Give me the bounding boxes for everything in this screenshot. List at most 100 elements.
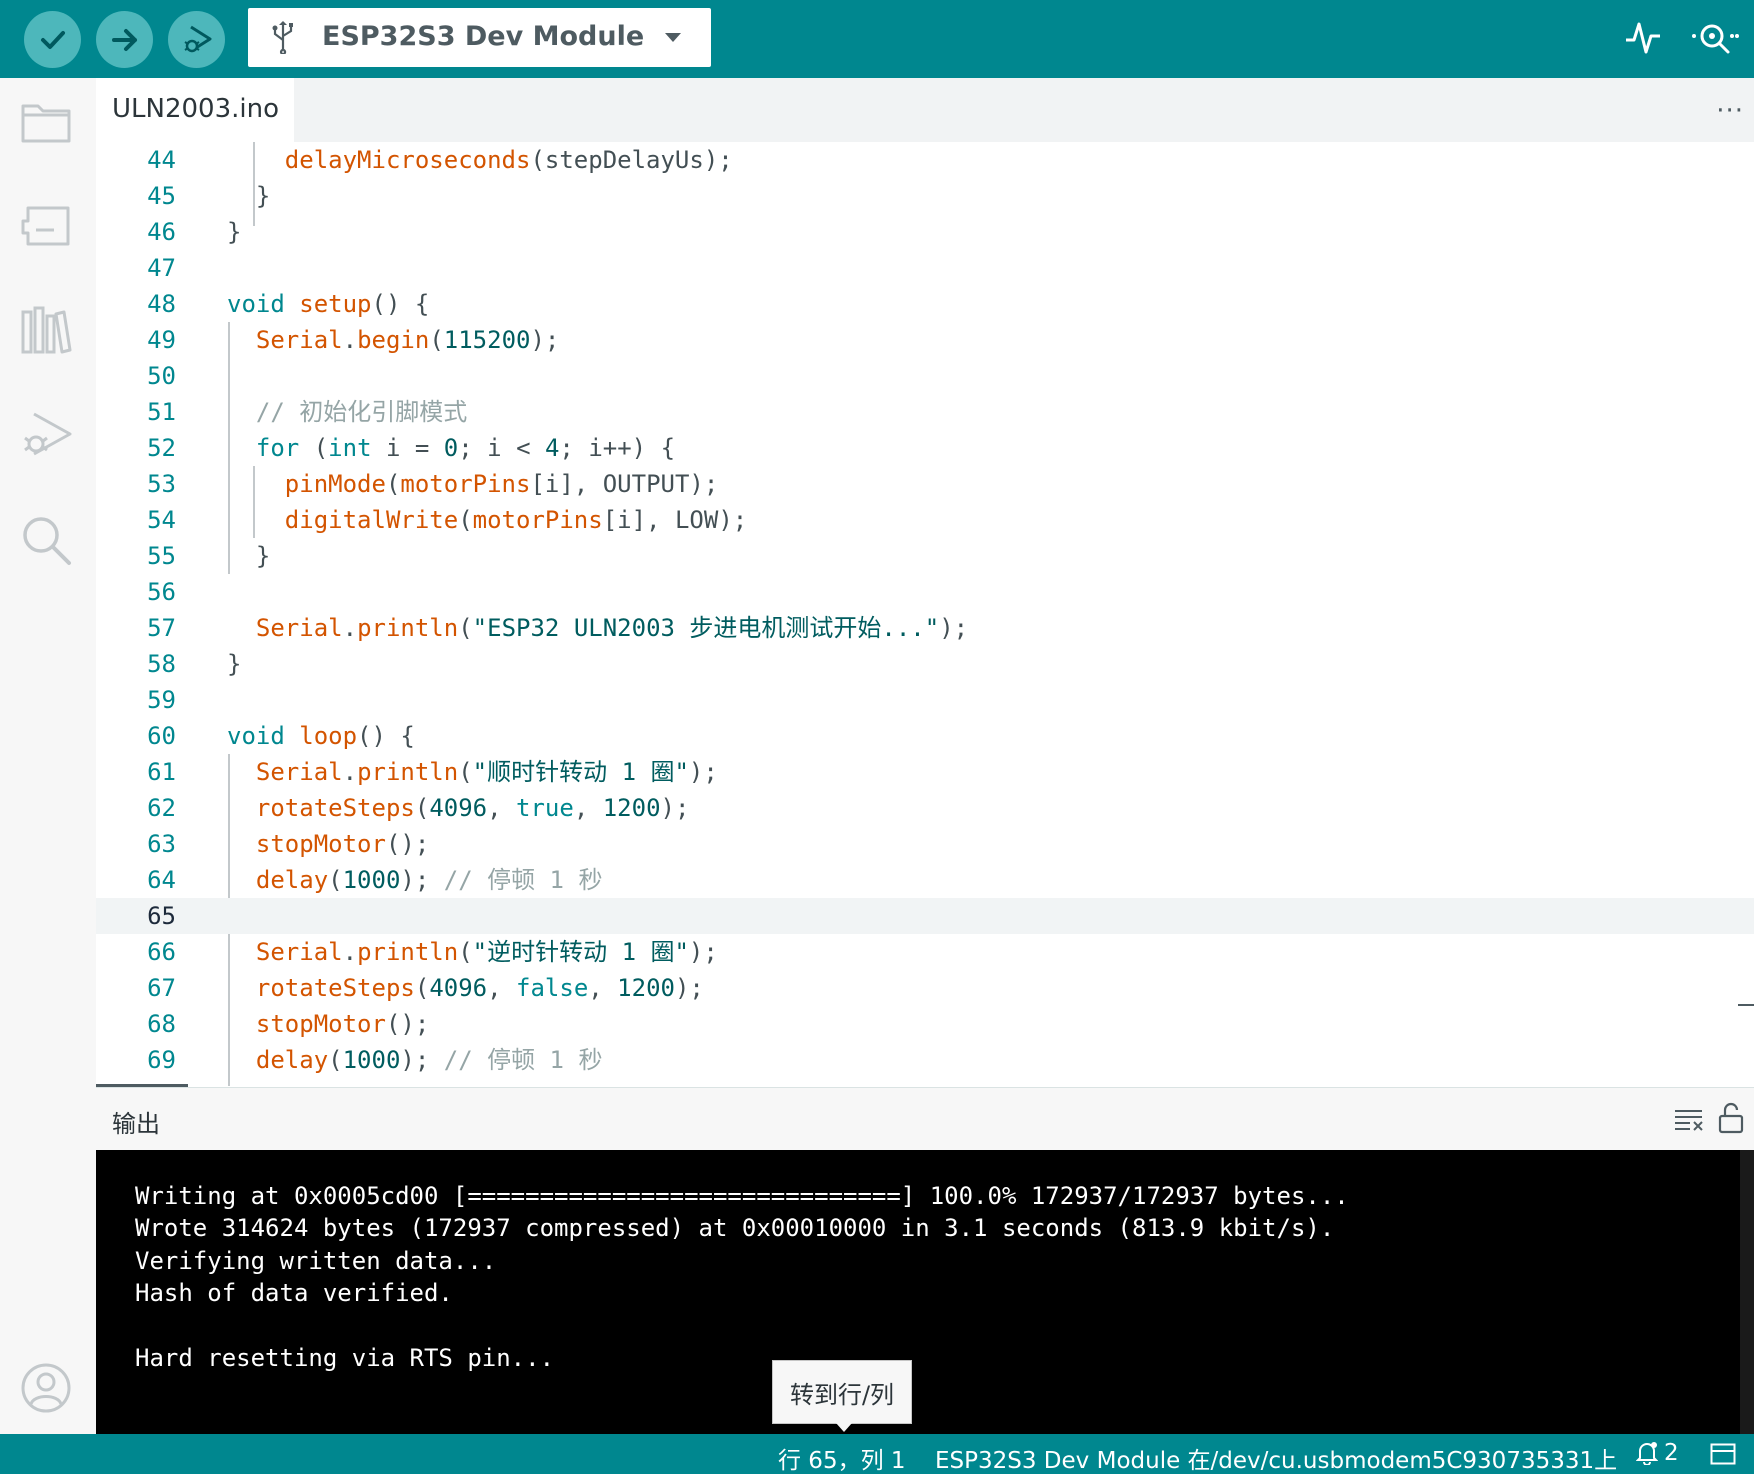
line-number: 60 — [147, 722, 176, 750]
toolbar: ESP32S3 Dev Module — [0, 0, 1754, 78]
line-number: 46 — [147, 218, 176, 246]
line-number: 55 — [147, 542, 176, 570]
line-number: 56 — [147, 578, 176, 606]
line-number: 59 — [147, 686, 176, 714]
output-line: Hard resetting via RTS pin... — [135, 1344, 555, 1372]
code-text: delay(1000); // 停顿 1 秒 — [255, 1046, 603, 1074]
line-number: 66 — [147, 938, 176, 966]
code-line[interactable]: 58} — [96, 646, 1754, 682]
code-text: Serial.begin(115200); — [255, 326, 560, 354]
code-line[interactable]: 55 } — [96, 538, 1754, 574]
line-number: 63 — [147, 830, 176, 858]
code-line[interactable]: 67 rotateSteps(4096, false, 1200); — [96, 970, 1754, 1006]
code-text: Serial.println("顺时针转动 1 圈"); — [255, 758, 718, 786]
scroll-lock-icon[interactable] — [1718, 1102, 1744, 1134]
line-number: 45 — [147, 182, 176, 210]
code-text: for (int i = 0; i < 4; i++) { — [255, 434, 676, 462]
code-text: rotateSteps(4096, false, 1200); — [255, 974, 704, 1002]
output-line: Hash of data verified. — [135, 1279, 453, 1308]
code-line[interactable]: 50 — [96, 358, 1754, 394]
code-text: void setup() { — [227, 290, 430, 318]
line-number: 67 — [147, 974, 176, 1002]
code-line[interactable]: 57 Serial.println("ESP32 ULN2003 步进电机测试开… — [96, 610, 1754, 646]
output-scrollbar[interactable] — [1740, 1150, 1754, 1434]
line-number: 69 — [147, 1046, 176, 1074]
library-manager-icon[interactable] — [20, 304, 72, 356]
code-text: stopMotor(); — [255, 830, 430, 858]
chevron-down-icon — [665, 33, 681, 42]
serial-plotter-icon[interactable] — [1624, 16, 1662, 58]
code-text: void loop() { — [227, 722, 415, 750]
line-number: 47 — [147, 254, 176, 282]
sidebar — [0, 78, 96, 1434]
code-line[interactable]: 65 — [96, 898, 1754, 934]
code-line[interactable]: 44 delayMicroseconds(stepDelayUs); — [96, 142, 1754, 178]
clear-output-icon[interactable] — [1674, 1108, 1704, 1132]
debug-icon — [183, 25, 211, 52]
boards-manager-icon[interactable] — [20, 202, 72, 248]
output-line: Verifying written data... — [135, 1246, 497, 1275]
code-line[interactable]: 54 digitalWrite(motorPins[i], LOW); — [96, 502, 1754, 538]
code-line[interactable]: 59 — [96, 682, 1754, 718]
code-line[interactable]: 69 delay(1000); // 停顿 1 秒 — [96, 1042, 1754, 1078]
code-line[interactable]: 60 void loop() { — [96, 718, 1754, 754]
output-console[interactable]: Writing at 0x0005cd00 [=================… — [96, 1150, 1754, 1434]
code-line[interactable]: 48 void setup() { — [96, 286, 1754, 322]
code-line[interactable]: 64 delay(1000); // 停顿 1 秒 — [96, 862, 1754, 898]
code-editor[interactable]: 44 delayMicroseconds(stepDelayUs); 45 } 46… — [96, 142, 1754, 1086]
sketchbook-folder-icon[interactable] — [20, 100, 72, 144]
code-text: } — [227, 218, 242, 246]
code-text: } — [255, 182, 271, 210]
account-icon[interactable] — [20, 1362, 72, 1414]
verify-button[interactable] — [24, 11, 81, 68]
tab-uln2003-ino[interactable]: ULN2003.ino — [96, 78, 294, 142]
line-number: 57 — [147, 614, 176, 642]
code-line[interactable]: 49 Serial.begin(115200); — [96, 322, 1754, 358]
code-text: delayMicroseconds(stepDelayUs); — [284, 146, 733, 174]
arrow-right-icon — [111, 28, 137, 51]
line-number: 51 — [147, 398, 176, 426]
code-line[interactable]: 46} — [96, 214, 1754, 250]
code-line[interactable]: 61 Serial.println("顺时针转动 1 圈"); — [96, 754, 1754, 790]
notifications-button[interactable]: 2 — [1636, 1440, 1679, 1466]
code-line[interactable]: 53 pinMode(motorPins[i], OUTPUT); — [96, 466, 1754, 502]
code-line[interactable]: 66 Serial.println("逆时针转动 1 圈"); — [96, 934, 1754, 970]
tooltip: 转到行/列 — [772, 1360, 912, 1424]
code-text: } — [227, 650, 242, 678]
line-number: 61 — [147, 758, 176, 786]
code-line[interactable]: 63 stopMotor(); — [96, 826, 1754, 862]
code-line[interactable]: 56 — [96, 574, 1754, 610]
code-line[interactable]: 51 // 初始化引脚模式 — [96, 394, 1754, 430]
cursor-position[interactable]: 行 65，列 1 — [778, 1441, 906, 1475]
line-number: 65 — [147, 902, 176, 930]
serial-monitor-icon[interactable] — [1690, 16, 1740, 58]
code-line[interactable]: 45 } — [96, 178, 1754, 214]
output-panel-header: 输出 — [96, 1087, 1754, 1150]
board-port-status[interactable]: ESP32S3 Dev Module 在/dev/cu.usbmodem5C93… — [935, 1441, 1617, 1475]
line-number: 50 — [147, 362, 176, 390]
line-number: 62 — [147, 794, 176, 822]
board-selector[interactable]: ESP32S3 Dev Module — [248, 8, 711, 67]
line-number: 58 — [147, 650, 176, 678]
code-text: stopMotor(); — [255, 1010, 430, 1038]
debug-sidebar-icon[interactable] — [20, 408, 74, 460]
board-name: ESP32S3 Dev Module — [322, 21, 645, 52]
code-line[interactable]: 68 stopMotor(); — [96, 1006, 1754, 1042]
upload-button[interactable] — [96, 11, 153, 68]
code-line[interactable]: 47 — [96, 250, 1754, 286]
editor-tab-bar: ULN2003.ino ··· — [96, 78, 1754, 142]
output-line: Writing at 0x0005cd00 [=================… — [135, 1182, 1349, 1210]
line-number: 44 — [147, 146, 176, 174]
debug-button[interactable] — [168, 11, 225, 68]
code-line[interactable]: 62 rotateSteps(4096, true, 1200); — [96, 790, 1754, 826]
code-text: Serial.println("ESP32 ULN2003 步进电机测试开始..… — [255, 614, 969, 642]
checkmark-icon — [40, 30, 65, 49]
line-number: 52 — [147, 434, 176, 462]
code-line[interactable]: 52 for (int i = 0; i < 4; i++) { — [96, 430, 1754, 466]
bell-icon — [1636, 1442, 1658, 1465]
code-text: pinMode(motorPins[i], OUTPUT); — [284, 470, 719, 498]
more-options-icon[interactable]: ··· — [1716, 96, 1744, 126]
search-icon[interactable] — [20, 514, 72, 566]
toggle-panel-icon[interactable] — [1710, 1443, 1736, 1465]
usb-icon — [272, 21, 293, 54]
